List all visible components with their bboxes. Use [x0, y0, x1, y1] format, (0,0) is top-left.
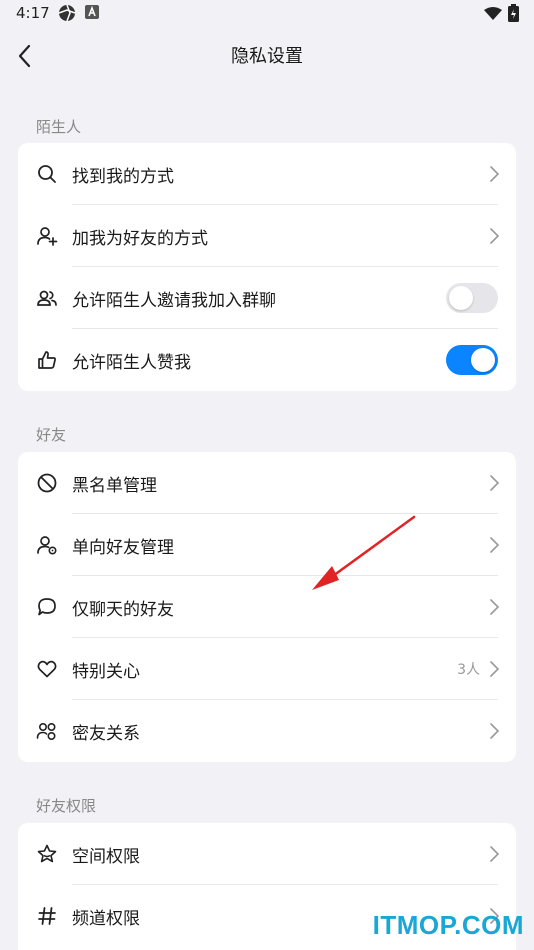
row-label: 空间权限: [72, 847, 140, 867]
settings-card-friends: 黑名单管理 单向好友管理 仅聊天的好友 特别关心 3人 密友关系: [18, 452, 516, 762]
chevron-right-icon: [488, 536, 500, 554]
one-way-friend-icon: [36, 534, 58, 556]
row-label: 加我为好友的方式: [72, 229, 208, 249]
hashtag-icon: [36, 905, 58, 927]
add-user-icon: [36, 225, 58, 247]
row-label: 允许陌生人赞我: [72, 353, 191, 373]
section-label-friends: 好友: [36, 426, 67, 444]
toggle-allow-group-invites[interactable]: [446, 283, 498, 313]
close-friends-icon: [36, 720, 58, 742]
aperture-icon: [58, 4, 76, 26]
toggle-knob: [471, 348, 495, 372]
watermark-logo: ITMOP.COM: [372, 910, 524, 940]
row-one-way-friends[interactable]: 单向好友管理: [18, 514, 516, 576]
row-label: 找到我的方式: [72, 167, 174, 187]
row-label: 频道权限: [72, 909, 140, 929]
settings-card-strangers: 找到我的方式 加我为好友的方式 允许陌生人邀请我加入群聊 允许陌生人赞我: [18, 143, 516, 391]
chevron-right-icon: [488, 474, 500, 492]
row-chat-only-friends[interactable]: 仅聊天的好友: [18, 576, 516, 638]
row-label: 允许陌生人邀请我加入群聊: [72, 291, 276, 311]
row-label: 单向好友管理: [72, 538, 174, 558]
chevron-right-icon: [488, 845, 500, 863]
row-blacklist[interactable]: 黑名单管理: [18, 452, 516, 514]
row-special-care[interactable]: 特别关心 3人: [18, 638, 516, 700]
nav-bar: 隐私设置: [0, 28, 534, 84]
heart-icon: [36, 658, 58, 680]
chevron-right-icon: [488, 598, 500, 616]
chevron-right-icon: [488, 660, 500, 678]
chevron-right-icon: [488, 227, 500, 245]
chevron-right-icon: [488, 722, 500, 740]
special-care-count: 3人: [457, 662, 480, 678]
star-icon: [36, 843, 58, 865]
status-bar: 4:17: [0, 0, 534, 28]
block-icon: [36, 472, 58, 494]
row-close-friends[interactable]: 密友关系: [18, 700, 516, 762]
thumbs-up-icon: [36, 349, 58, 371]
toggle-allow-strangers-like[interactable]: [446, 345, 498, 375]
row-label: 密友关系: [72, 724, 140, 744]
status-time: 4:17: [16, 4, 50, 22]
chat-bubble-icon: [36, 596, 58, 618]
row-label: 黑名单管理: [72, 476, 157, 496]
notification-a-icon: [84, 4, 100, 24]
page-title: 隐私设置: [231, 46, 303, 67]
row-label: 仅聊天的好友: [72, 600, 174, 620]
chevron-right-icon: [488, 165, 500, 183]
battery-icon: [508, 4, 519, 26]
row-add-friend-methods[interactable]: 加我为好友的方式: [18, 205, 516, 267]
row-allow-group-invites: 允许陌生人邀请我加入群聊: [18, 267, 516, 329]
row-space-permission[interactable]: 空间权限: [18, 823, 516, 885]
search-icon: [36, 163, 58, 185]
row-allow-strangers-like: 允许陌生人赞我: [18, 329, 516, 391]
group-icon: [36, 287, 58, 309]
toggle-knob: [449, 286, 473, 310]
wifi-icon: [484, 6, 502, 25]
section-label-friend-permissions: 好友权限: [36, 797, 97, 815]
row-find-me-methods[interactable]: 找到我的方式: [18, 143, 516, 205]
section-label-strangers: 陌生人: [36, 118, 82, 136]
row-label: 特别关心: [72, 662, 140, 682]
